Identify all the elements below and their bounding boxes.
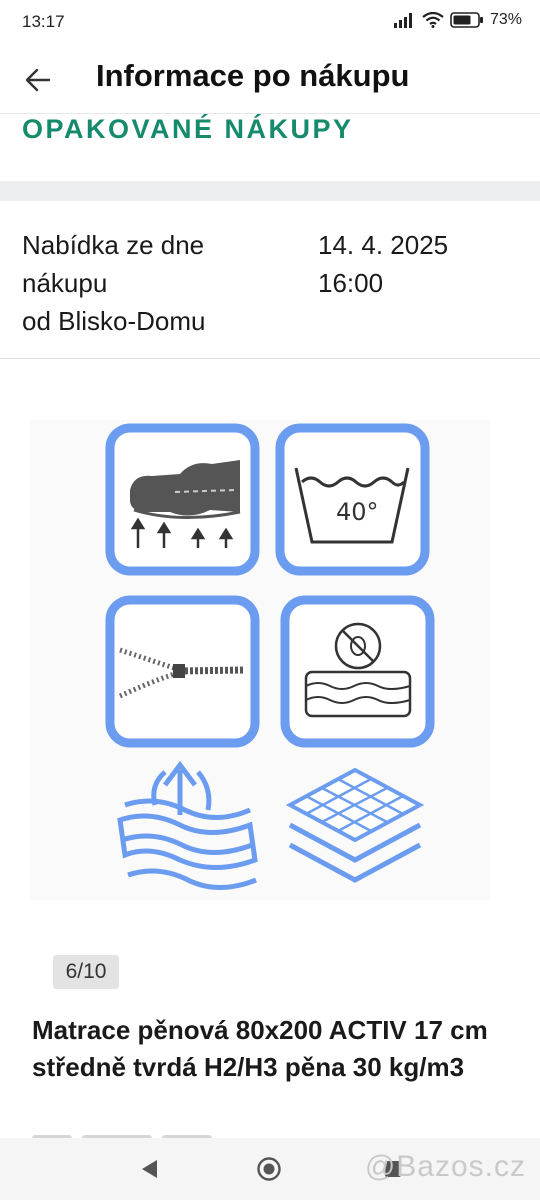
purchase-time: 16:00 [318,268,384,298]
mattress-features-illustration: 40° [105,423,435,890]
repeat-purchases-link[interactable]: OPAKOVANÉ NÁKUPY [22,114,354,145]
offer-line: Nabídka ze dne [22,230,205,260]
signal-icon [393,13,412,28]
image-counter: 6/10 [53,955,119,989]
battery-percent: 73% [489,11,522,28]
purchase-date: 14. 4. 2025 [318,230,449,260]
divider [0,358,540,359]
offer-line: nákupu [22,268,108,298]
status-time: 13:17 [22,12,65,31]
system-back-button[interactable] [134,1154,164,1184]
watermark: @Bazos.cz [364,1150,526,1183]
product-title: Matrace pěnová 80x200 ACTIV 17 cm středn… [32,1015,488,1082]
back-button[interactable] [18,60,58,100]
zipper-icon [105,595,260,748]
status-icons: 73% [393,11,522,29]
anti-mite-icon [280,595,435,748]
breathable-layers-icon [117,760,258,890]
triangle-back-icon [142,1160,157,1178]
app-header: Informace po nákupu [0,44,540,114]
system-navigation-bar: @Bazos.cz [0,1138,540,1200]
cut-off-text [32,1128,302,1138]
system-home-button[interactable] [254,1154,284,1184]
mesh-layers-icon [285,767,425,883]
purchase-datetime: 14. 4. 2025 16:00 [318,226,448,302]
page-title: Informace po nákupu [96,58,410,93]
arrow-left-icon [25,68,51,92]
circle-home-icon [257,1157,281,1181]
product-image[interactable]: 40° [30,420,490,900]
svg-text:40°: 40° [336,498,379,526]
offer-line: od Blisko-Domu [22,306,206,336]
section-separator [0,181,540,201]
offer-source-label: Nabídka ze dne nákupu od Blisko-Domu [22,226,206,340]
wifi-icon [422,12,444,28]
status-bar: 13:17 73% [0,0,540,44]
wash-40-icon: 40° [275,423,430,576]
battery-icon [450,12,483,28]
body-support-icon [105,423,260,576]
